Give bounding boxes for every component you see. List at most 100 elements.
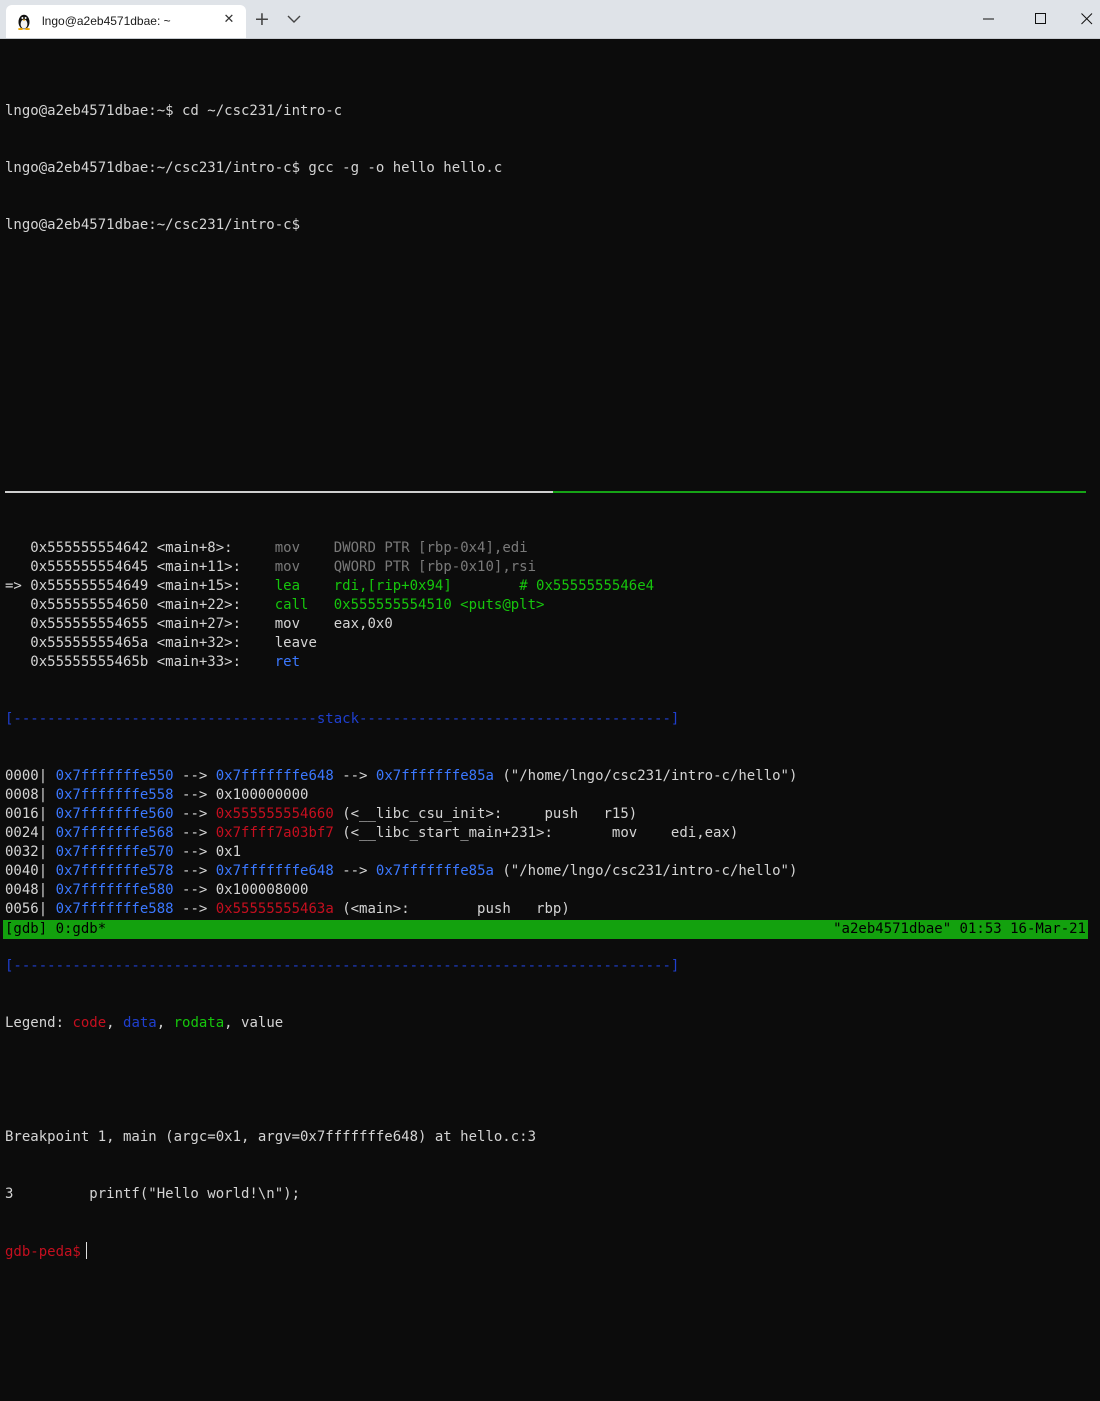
terminal-tab[interactable]: lngo@a2eb4571dbae: ~ ✕ <box>6 5 246 38</box>
instruction-symbol: <main+8>: <box>148 540 233 556</box>
stack-entry: 0000| 0x7fffffffe550 --> 0x7fffffffe648 … <box>5 768 798 784</box>
stack-entry: 0056| 0x7fffffffe588 --> 0x55555555463a … <box>5 901 570 917</box>
minimize-button[interactable] <box>966 0 1012 38</box>
stack-entry: 0016| 0x7fffffffe560 --> 0x555555554660 … <box>5 806 638 822</box>
instruction-mnemonic: call <box>274 597 309 613</box>
stack-address: 0x7fffffffe550 <box>55 768 174 784</box>
instruction-symbol: <main+11>: <box>148 559 242 575</box>
stack-offset: 0016 <box>5 806 39 822</box>
stack-address: 0x7fffffffe578 <box>55 863 174 879</box>
stack-offset: 0000 <box>5 768 39 784</box>
instruction-address: 0x555555554650 <box>21 597 149 613</box>
stack-annotation: ("/home/lngo/csc231/intro-c/hello") <box>493 768 798 784</box>
code-line: 0x555555554655 <main+27>: mov eax,0x0 <box>5 615 1095 634</box>
shell-line: lngo@a2eb4571dbae:~$ cd ~/csc231/intro-c <box>5 103 343 119</box>
instruction-address: 0x555555554642 <box>21 540 149 556</box>
stack-annotation: (<main>: push rbp) <box>333 901 570 917</box>
stack-offset: 0032 <box>5 844 39 860</box>
instruction-operands: QWORD PTR [rbp-0x10],rsi <box>333 559 537 575</box>
current-instruction-arrow <box>5 559 22 575</box>
active-pane-divider[interactable] <box>553 491 1086 493</box>
stack-address: 0x7fffffffe580 <box>55 882 174 898</box>
instruction-operands: eax,0x0 <box>333 616 393 632</box>
legend-line: Legend: code, data, rodata, value <box>5 1015 284 1031</box>
instruction-address: 0x555555554649 <box>21 578 149 594</box>
code-line: 0x55555555465a <main+32>: leave <box>5 634 1095 653</box>
stack-value: 0x7ffff7a03bf7 <box>215 825 334 841</box>
close-tab-icon[interactable]: ✕ <box>220 11 238 29</box>
instruction-symbol: <main+27>: <box>148 616 242 632</box>
instruction-address: 0x55555555465b <box>21 654 149 670</box>
stack-entry: 0048| 0x7fffffffe580 --> 0x100008000 <box>5 882 309 898</box>
stack-entry: 0024| 0x7fffffffe568 --> 0x7ffff7a03bf7 … <box>5 825 739 841</box>
stack-address: 0x7fffffffe558 <box>55 787 174 803</box>
legend-code: code <box>72 1015 107 1031</box>
stack-value: 0x1 <box>215 844 242 860</box>
legend-prefix: Legend: <box>5 1015 73 1031</box>
stack-value: 0x7fffffffe648 <box>215 863 334 879</box>
stack-footer: [---------------------------------------… <box>5 958 680 974</box>
stack-offset: 0056 <box>5 901 39 917</box>
stack-offset: 0008 <box>5 787 39 803</box>
pane-divider[interactable] <box>5 491 553 493</box>
chevron-down-icon[interactable] <box>285 11 303 27</box>
current-instruction-arrow <box>5 540 22 556</box>
stack-address: 0x7fffffffe588 <box>55 901 174 917</box>
instruction-mnemonic: mov <box>274 540 301 556</box>
current-instruction-arrow <box>5 616 22 632</box>
stack-address: 0x7fffffffe560 <box>55 806 174 822</box>
stack-entry: 0040| 0x7fffffffe578 --> 0x7fffffffe648 … <box>5 863 798 879</box>
instruction-operands: DWORD PTR [rbp-0x4],edi <box>333 540 528 556</box>
stack-deref-value: 0x7fffffffe85a <box>375 768 494 784</box>
source-line: 3 printf("Hello world!\n"); <box>5 1186 301 1202</box>
new-tab-button[interactable]: + <box>251 8 273 30</box>
instruction-symbol: <main+32>: <box>148 635 242 651</box>
close-icon <box>1081 13 1093 25</box>
current-instruction-arrow <box>5 597 22 613</box>
gdb-pane[interactable]: 0x555555554642 <main+8>: mov DWORD PTR [… <box>5 501 1095 1401</box>
instruction-mnemonic: lea <box>274 578 301 594</box>
current-instruction-arrow <box>5 635 22 651</box>
linux-penguin-icon <box>18 14 30 30</box>
stack-header: [------------------------------------sta… <box>5 711 680 727</box>
stack-value: 0x7fffffffe648 <box>215 768 334 784</box>
status-window-list[interactable]: [gdb] 0:gdb* <box>5 920 106 939</box>
legend-data: data <box>123 1015 157 1031</box>
stack-entry: 0032| 0x7fffffffe570 --> 0x1 <box>5 844 242 860</box>
code-line: => 0x555555554649 <main+15>: lea rdi,[ri… <box>5 577 1095 596</box>
instruction-mnemonic: leave <box>274 635 317 651</box>
status-host-time: "a2eb4571dbae" 01:53 16-Mar-21 <box>833 921 1086 937</box>
breakpoint-line: Breakpoint 1, main (argc=0x1, argv=0x7ff… <box>5 1129 537 1145</box>
instruction-operands: rdi,[rip+0x94] <box>333 578 452 594</box>
title-bar: lngo@a2eb4571dbae: ~ ✕ + <box>0 0 1100 39</box>
code-line: 0x555555554642 <main+8>: mov DWORD PTR [… <box>5 539 1095 558</box>
stack-annotation: (<__libc_csu_init>: push r15) <box>333 806 638 822</box>
stack-entry: 0008| 0x7fffffffe558 --> 0x100000000 <box>5 787 309 803</box>
stack-offset: 0048 <box>5 882 39 898</box>
close-window-button[interactable] <box>1064 0 1100 38</box>
legend-rodata: rodata <box>173 1015 225 1031</box>
instruction-symbol: <main+15>: <box>148 578 242 594</box>
maximize-button[interactable] <box>1018 0 1064 38</box>
instruction-symbol: <main+22>: <box>148 597 242 613</box>
code-line: 0x555555554645 <main+11>: mov QWORD PTR … <box>5 558 1095 577</box>
gdb-prompt-line[interactable]: gdb-peda$ <box>5 1242 1095 1261</box>
stack-deref-value: 0x7fffffffe85a <box>375 863 494 879</box>
code-line: 0x55555555465b <main+33>: ret <box>5 653 1095 672</box>
code-line: 0x555555554650 <main+22>: call 0x5555555… <box>5 596 1095 615</box>
instruction-mnemonic: mov <box>274 559 301 575</box>
stack-address: 0x7fffffffe570 <box>55 844 174 860</box>
stack-annotation: ("/home/lngo/csc231/intro-c/hello") <box>493 863 798 879</box>
stack-offset: 0024 <box>5 825 39 841</box>
stack-value: 0x100000000 <box>215 787 309 803</box>
